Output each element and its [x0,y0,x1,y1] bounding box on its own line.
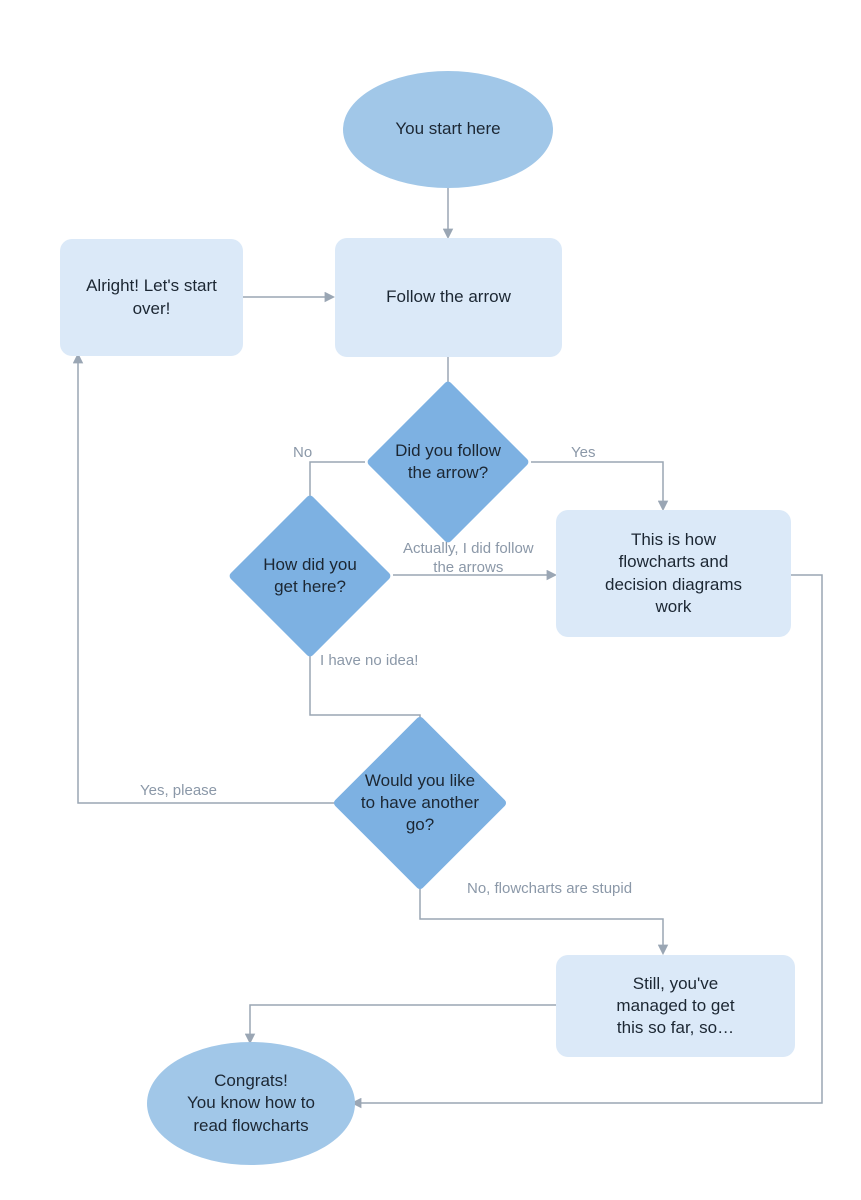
node-how-here-label: How did youget here? [263,554,357,598]
node-another-go: Would you liketo have anothergo? [358,741,482,865]
flowchart-canvas: { "nodes": { "start": {"text": "You star… [0,0,861,1200]
node-this-is-how-label: This is howflowcharts anddecision diagra… [605,529,742,617]
edge-label-no: No [293,444,312,463]
node-congrats-label: Congrats!You know how toread flowcharts [187,1070,315,1136]
node-did-follow-label: Did you followthe arrow? [395,440,501,484]
edge-howhere-noidea [310,632,420,740]
node-this-is-how: This is howflowcharts anddecision diagra… [556,510,791,637]
node-start: You start here [343,71,553,188]
node-did-follow: Did you followthe arrow? [390,404,506,520]
node-how-here: How did youget here? [252,518,368,634]
node-start-over-label: Alright! Let's startover! [86,275,217,319]
edge-label-yes: Yes [571,444,595,463]
edge-label-no-idea: I have no idea! [320,652,418,671]
node-another-go-label: Would you liketo have anothergo? [361,770,479,836]
edge-label-yes-please: Yes, please [140,782,217,801]
node-start-label: You start here [395,118,500,140]
edge-stillmanaged-to-congrats [250,1005,556,1042]
node-follow: Follow the arrow [335,238,562,357]
node-start-over: Alright! Let's startover! [60,239,243,356]
node-still-managed: Still, you'vemanaged to getthis so far, … [556,955,795,1057]
node-still-managed-label: Still, you'vemanaged to getthis so far, … [616,973,734,1039]
node-congrats: Congrats!You know how toread flowcharts [147,1042,355,1165]
edge-label-actually: Actually, I did followthe arrows [403,540,534,578]
node-follow-label: Follow the arrow [386,286,511,308]
edge-didfollow-yes [531,462,663,509]
edge-label-no-stupid: No, flowcharts are stupid [467,880,632,899]
